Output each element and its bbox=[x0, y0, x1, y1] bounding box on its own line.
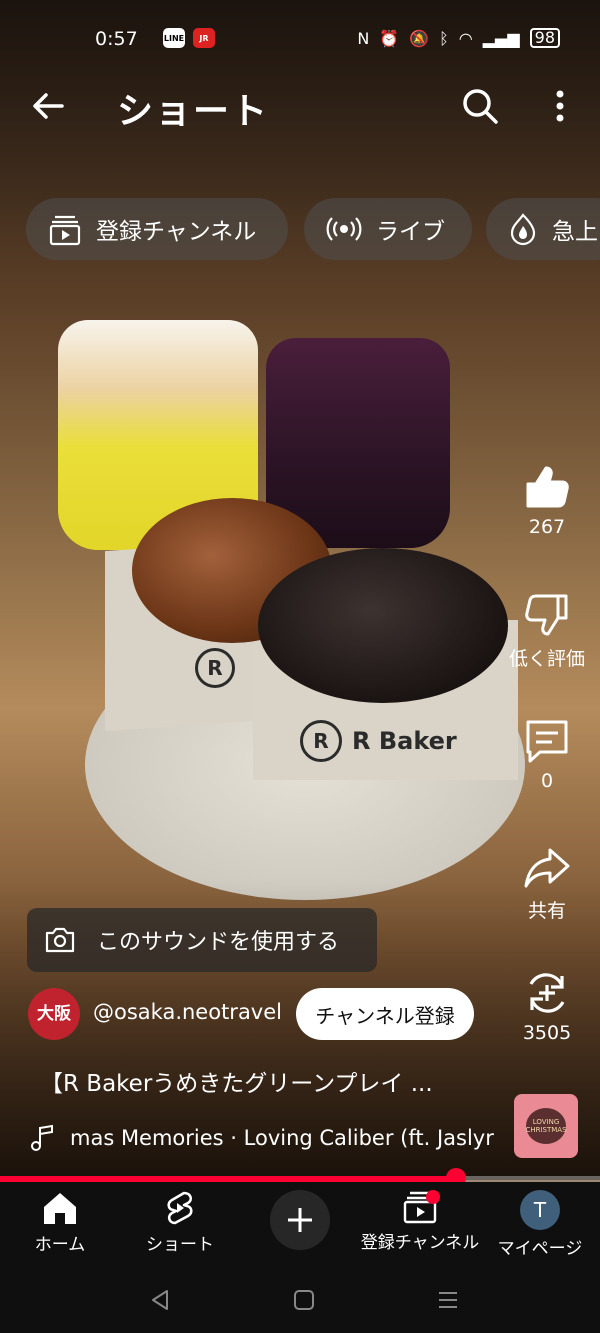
jr-app-icon: JR bbox=[193, 28, 215, 48]
music-note-icon bbox=[31, 1124, 53, 1151]
subscribe-label: チャンネル登録 bbox=[315, 1003, 455, 1028]
dislike-label: 低く評価 bbox=[508, 648, 585, 670]
alarm-icon: ⏰ bbox=[379, 28, 400, 48]
nav-home-label: ホーム bbox=[34, 1235, 86, 1255]
user-avatar: T bbox=[520, 1190, 560, 1230]
trending-icon bbox=[510, 213, 536, 246]
more-vert-icon[interactable] bbox=[545, 86, 575, 126]
music-title: mas Memories · Loving Caliber (ft. Jasly… bbox=[70, 1126, 494, 1150]
channel-avatar[interactable]: 大阪 bbox=[28, 988, 80, 1040]
system-back-icon[interactable] bbox=[148, 1288, 172, 1312]
nfc-icon: N bbox=[357, 28, 370, 48]
subscribe-button[interactable]: チャンネル登録 bbox=[296, 988, 474, 1040]
chocolate-bread bbox=[258, 548, 508, 703]
subscriptions-icon bbox=[49, 215, 81, 246]
line-app-icon: LINE bbox=[163, 28, 185, 48]
home-icon bbox=[44, 1193, 76, 1224]
remix-icon bbox=[529, 973, 565, 1013]
chip-label: 急上 bbox=[552, 219, 598, 245]
brand-text: R Baker bbox=[352, 727, 457, 755]
system-nav-bar bbox=[0, 1270, 600, 1333]
page-title: ショート bbox=[117, 91, 270, 132]
comments-button[interactable]: 0 bbox=[500, 716, 594, 792]
battery-icon: 98 bbox=[529, 28, 560, 48]
like-button[interactable]: 267 bbox=[500, 462, 594, 538]
channel-handle[interactable]: @osaka.neotravel bbox=[93, 1000, 282, 1024]
thumbs-down-icon bbox=[525, 594, 568, 636]
status-time: 0:57 bbox=[95, 28, 138, 50]
use-sound-button[interactable]: このサウンドを使用する bbox=[27, 908, 377, 972]
create-button[interactable] bbox=[270, 1190, 330, 1250]
remix-count: 3505 bbox=[522, 1022, 572, 1044]
like-count: 267 bbox=[528, 516, 566, 538]
signal-icon: ▂▄▆ bbox=[482, 28, 520, 48]
header: ショート bbox=[0, 78, 600, 138]
chip-label: 登録チャンネル bbox=[96, 219, 257, 245]
nav-subscriptions-label: 登録チャンネル bbox=[360, 1233, 480, 1253]
notification-dot bbox=[426, 1190, 440, 1204]
comment-icon bbox=[526, 720, 568, 763]
search-icon[interactable] bbox=[460, 86, 500, 126]
chip-trending[interactable]: 急上 bbox=[486, 198, 600, 260]
bottom-nav: ホーム ショート 登録チャンネル T マイページ bbox=[0, 1182, 600, 1270]
system-recents-icon[interactable] bbox=[436, 1288, 460, 1312]
dislike-button[interactable]: 低く評価 bbox=[500, 590, 594, 671]
camera-icon bbox=[45, 927, 75, 953]
thumbnail-text: LOVING CHRISTMAS bbox=[525, 1108, 567, 1144]
nav-shorts-label: ショート bbox=[146, 1235, 214, 1255]
comment-count: 0 bbox=[540, 770, 554, 792]
avatar-text: 大阪 bbox=[37, 1004, 71, 1024]
nav-mypage-label: マイページ bbox=[497, 1239, 583, 1259]
chip-label: ライブ bbox=[376, 219, 445, 245]
music-info[interactable]: mas Memories · Loving Caliber (ft. Jasly… bbox=[30, 1124, 494, 1152]
feed-filter-chips: 登録チャンネル ライブ 急上 bbox=[26, 198, 600, 260]
status-bar: 0:57 LINE JR N ⏰ 🔕 ᛒ ◠ ▂▄▆ 98 bbox=[0, 26, 600, 56]
sound-thumbnail[interactable]: LOVING CHRISTMAS bbox=[514, 1094, 578, 1158]
mute-icon: 🔕 bbox=[409, 28, 430, 48]
share-button[interactable]: 共有 bbox=[500, 842, 594, 923]
brand-logo-mark: R bbox=[300, 720, 342, 762]
box-logo-small: R bbox=[195, 648, 235, 688]
video-description[interactable]: 【R Bakerうめきたグリーンプレイ ... bbox=[40, 1064, 433, 1098]
nav-subscriptions[interactable]: 登録チャンネル bbox=[360, 1190, 480, 1253]
share-icon bbox=[524, 848, 570, 888]
nav-mypage[interactable]: T マイページ bbox=[480, 1190, 600, 1259]
back-arrow-icon[interactable] bbox=[28, 86, 68, 126]
shorts-icon bbox=[167, 1191, 193, 1225]
nav-home[interactable]: ホーム bbox=[0, 1190, 120, 1255]
wifi-icon: ◠ bbox=[458, 28, 473, 48]
chip-subscriptions[interactable]: 登録チャンネル bbox=[26, 198, 288, 260]
bluetooth-icon: ᛒ bbox=[439, 28, 449, 48]
share-label: 共有 bbox=[527, 900, 566, 922]
remix-button[interactable]: 3505 bbox=[500, 968, 594, 1044]
use-sound-label: このサウンドを使用する bbox=[97, 930, 340, 955]
chip-live[interactable]: ライブ bbox=[304, 198, 472, 260]
plus-icon bbox=[288, 1208, 312, 1232]
live-icon bbox=[326, 217, 362, 241]
box-logo: R R Baker bbox=[300, 720, 457, 762]
nav-shorts[interactable]: ショート bbox=[120, 1190, 240, 1255]
system-home-icon[interactable] bbox=[292, 1288, 316, 1312]
thumbs-up-icon bbox=[526, 466, 569, 508]
